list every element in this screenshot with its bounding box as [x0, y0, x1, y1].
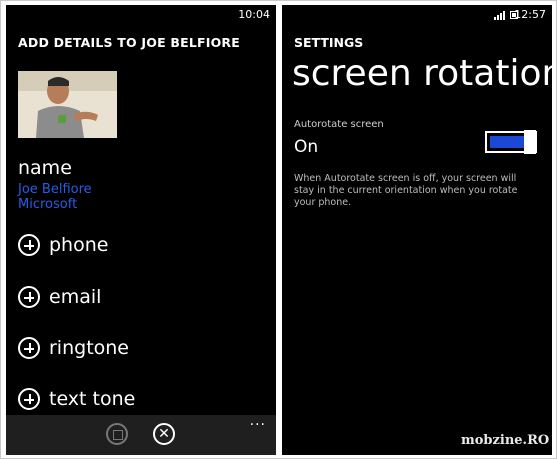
autorotate-toggle[interactable]: [485, 130, 537, 154]
add-phone-row[interactable]: phone: [18, 231, 108, 259]
status-clock: 12:57: [514, 8, 546, 21]
add-phone-label: phone: [49, 234, 109, 256]
right-phone-screen: 12:57 SETTINGS screen rotation Autorotat…: [282, 5, 552, 455]
page-heading: screen rotation: [292, 53, 552, 94]
autorotate-state: On: [294, 137, 319, 157]
cancel-button[interactable]: ✕: [153, 423, 175, 445]
contact-name-link[interactable]: Joe Belfiore: [18, 182, 92, 197]
add-ringtone-row[interactable]: ringtone: [18, 334, 129, 362]
add-email-label: email: [49, 286, 102, 308]
plus-circle-icon: [18, 234, 40, 256]
autorotate-label: Autorotate screen: [294, 119, 384, 130]
contact-photo-image: [18, 71, 117, 138]
watermark: mobzine.RO: [461, 433, 550, 448]
settings-title: SETTINGS: [294, 35, 364, 50]
add-text-tone-row[interactable]: text tone: [18, 385, 135, 413]
plus-circle-icon: [18, 286, 40, 308]
plus-circle-icon: [18, 337, 40, 359]
add-email-row[interactable]: email: [18, 283, 101, 311]
close-icon: ✕: [158, 426, 170, 442]
status-clock: 10:04: [238, 8, 270, 21]
toggle-fill: [490, 136, 525, 148]
screenshot-frame: 10:04 ADD DETAILS TO JOE BELFIORE name J…: [0, 0, 557, 459]
status-bar: 12:57: [282, 5, 552, 25]
add-text-tone-label: text tone: [49, 388, 136, 410]
status-bar: 10:04: [6, 5, 276, 25]
add-ringtone-label: ringtone: [49, 337, 129, 359]
app-bar: ✕ ...: [6, 413, 276, 455]
company-link[interactable]: Microsoft: [18, 197, 77, 212]
save-button[interactable]: [106, 423, 128, 445]
page-title: ADD DETAILS TO JOE BELFIORE: [18, 35, 240, 50]
more-options-button[interactable]: ...: [250, 413, 266, 429]
contact-photo[interactable]: [18, 71, 117, 138]
signal-icon: [494, 11, 505, 20]
save-icon: [113, 430, 123, 440]
toggle-knob[interactable]: [524, 130, 536, 154]
left-phone-screen: 10:04 ADD DETAILS TO JOE BELFIORE name J…: [6, 5, 276, 455]
autorotate-description: When Autorotate screen is off, your scre…: [294, 173, 518, 208]
plus-circle-icon: [18, 388, 40, 410]
name-label: name: [18, 157, 72, 179]
